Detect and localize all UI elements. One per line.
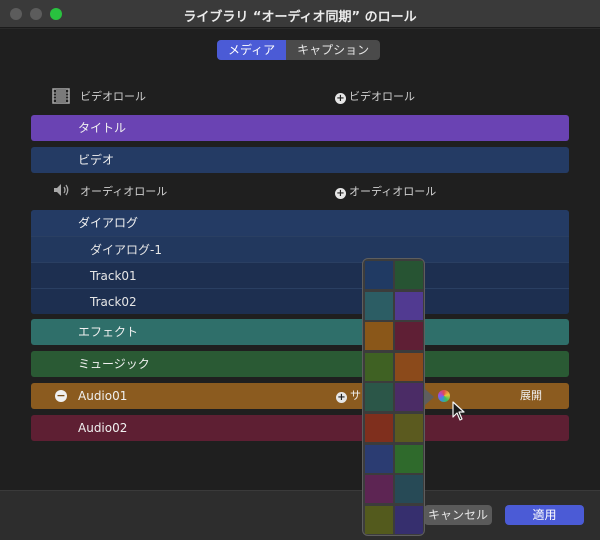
subrole-item[interactable]: Track02 [31, 288, 569, 314]
add-video-role-button[interactable]: + ビデオロール [335, 90, 415, 104]
title-bar: ライブラリ “オーディオ同期” のロール [0, 0, 600, 28]
color-swatch[interactable] [365, 383, 393, 412]
plus-icon: + [336, 392, 347, 403]
color-wheel-icon[interactable] [438, 390, 450, 402]
add-audio-role-label: オーディオロール [349, 185, 437, 198]
add-video-role-label: ビデオロール [349, 90, 415, 103]
subrole-label: Track02 [90, 295, 137, 309]
color-swatch[interactable] [395, 261, 423, 289]
subrole-label: Track01 [90, 269, 137, 283]
color-swatch[interactable] [395, 444, 423, 473]
color-swatch[interactable] [365, 475, 393, 504]
color-swatch[interactable] [395, 291, 423, 320]
color-palette-popover [362, 258, 425, 536]
color-swatch[interactable] [365, 291, 393, 320]
add-audio-role-button[interactable]: + オーディオロール [335, 185, 436, 199]
add-subrole-button[interactable]: + サ [336, 383, 361, 409]
role-effects[interactable]: エフェクト [31, 319, 569, 345]
color-swatch[interactable] [365, 322, 393, 351]
plus-icon: + [335, 188, 346, 199]
subrole-item[interactable]: Track01 [31, 262, 569, 288]
tab-media[interactable]: メディア [217, 40, 287, 60]
role-audio02-label: Audio02 [78, 421, 128, 435]
role-video-label: ビデオ [78, 153, 115, 167]
speaker-icon [54, 184, 69, 196]
role-title-label: タイトル [78, 121, 127, 135]
apply-button[interactable]: 適用 [505, 505, 584, 525]
role-audio01-label: Audio01 [78, 389, 128, 403]
remove-role-icon[interactable]: − [55, 390, 67, 402]
audio-roles-label: オーディオロール [80, 185, 168, 198]
plus-icon: + [335, 93, 346, 104]
color-swatch[interactable] [365, 352, 393, 381]
cancel-button[interactable]: キャンセル [424, 505, 492, 525]
role-audio01[interactable]: − Audio01 + サ 展開 [31, 383, 569, 409]
color-swatch[interactable] [395, 322, 423, 351]
color-swatch[interactable] [365, 261, 393, 289]
color-swatch[interactable] [395, 352, 423, 381]
role-audio02[interactable]: Audio02 [31, 415, 569, 441]
role-title[interactable]: タイトル [31, 115, 569, 141]
color-swatch[interactable] [365, 414, 393, 442]
film-icon [52, 88, 70, 104]
add-subrole-label: サ [350, 389, 361, 402]
color-swatch[interactable] [395, 505, 423, 534]
subrole-label: ダイアログ-1 [90, 243, 162, 257]
role-effects-label: エフェクト [78, 325, 139, 339]
tab-captions[interactable]: キャプション [286, 40, 380, 60]
color-swatch[interactable] [365, 444, 393, 473]
color-swatch[interactable] [395, 414, 423, 442]
tab-bar: メディア キャプション [217, 40, 381, 60]
color-swatch[interactable] [365, 505, 393, 534]
role-music-label: ミュージック [78, 357, 150, 371]
dialog-footer: キャンセル 適用 [0, 490, 600, 540]
video-roles-label: ビデオロール [80, 90, 146, 103]
roles-panel: メディア キャプション ビデオロール + ビデオロール タイトル ビデオ オーディ… [0, 29, 600, 490]
color-swatch[interactable] [395, 383, 423, 412]
role-music[interactable]: ミュージック [31, 351, 569, 377]
window-title: ライブラリ “オーディオ同期” のロール [183, 10, 417, 25]
role-dialog-label: ダイアログ [78, 216, 139, 230]
mouse-cursor-icon [452, 401, 465, 421]
subrole-item[interactable]: ダイアログ-1 [31, 236, 569, 262]
color-swatch[interactable] [395, 475, 423, 504]
popover-pointer [425, 389, 434, 405]
role-video[interactable]: ビデオ [31, 147, 569, 173]
expand-button[interactable]: 展開 [520, 383, 542, 409]
role-dialog[interactable]: ダイアログ [31, 210, 569, 236]
